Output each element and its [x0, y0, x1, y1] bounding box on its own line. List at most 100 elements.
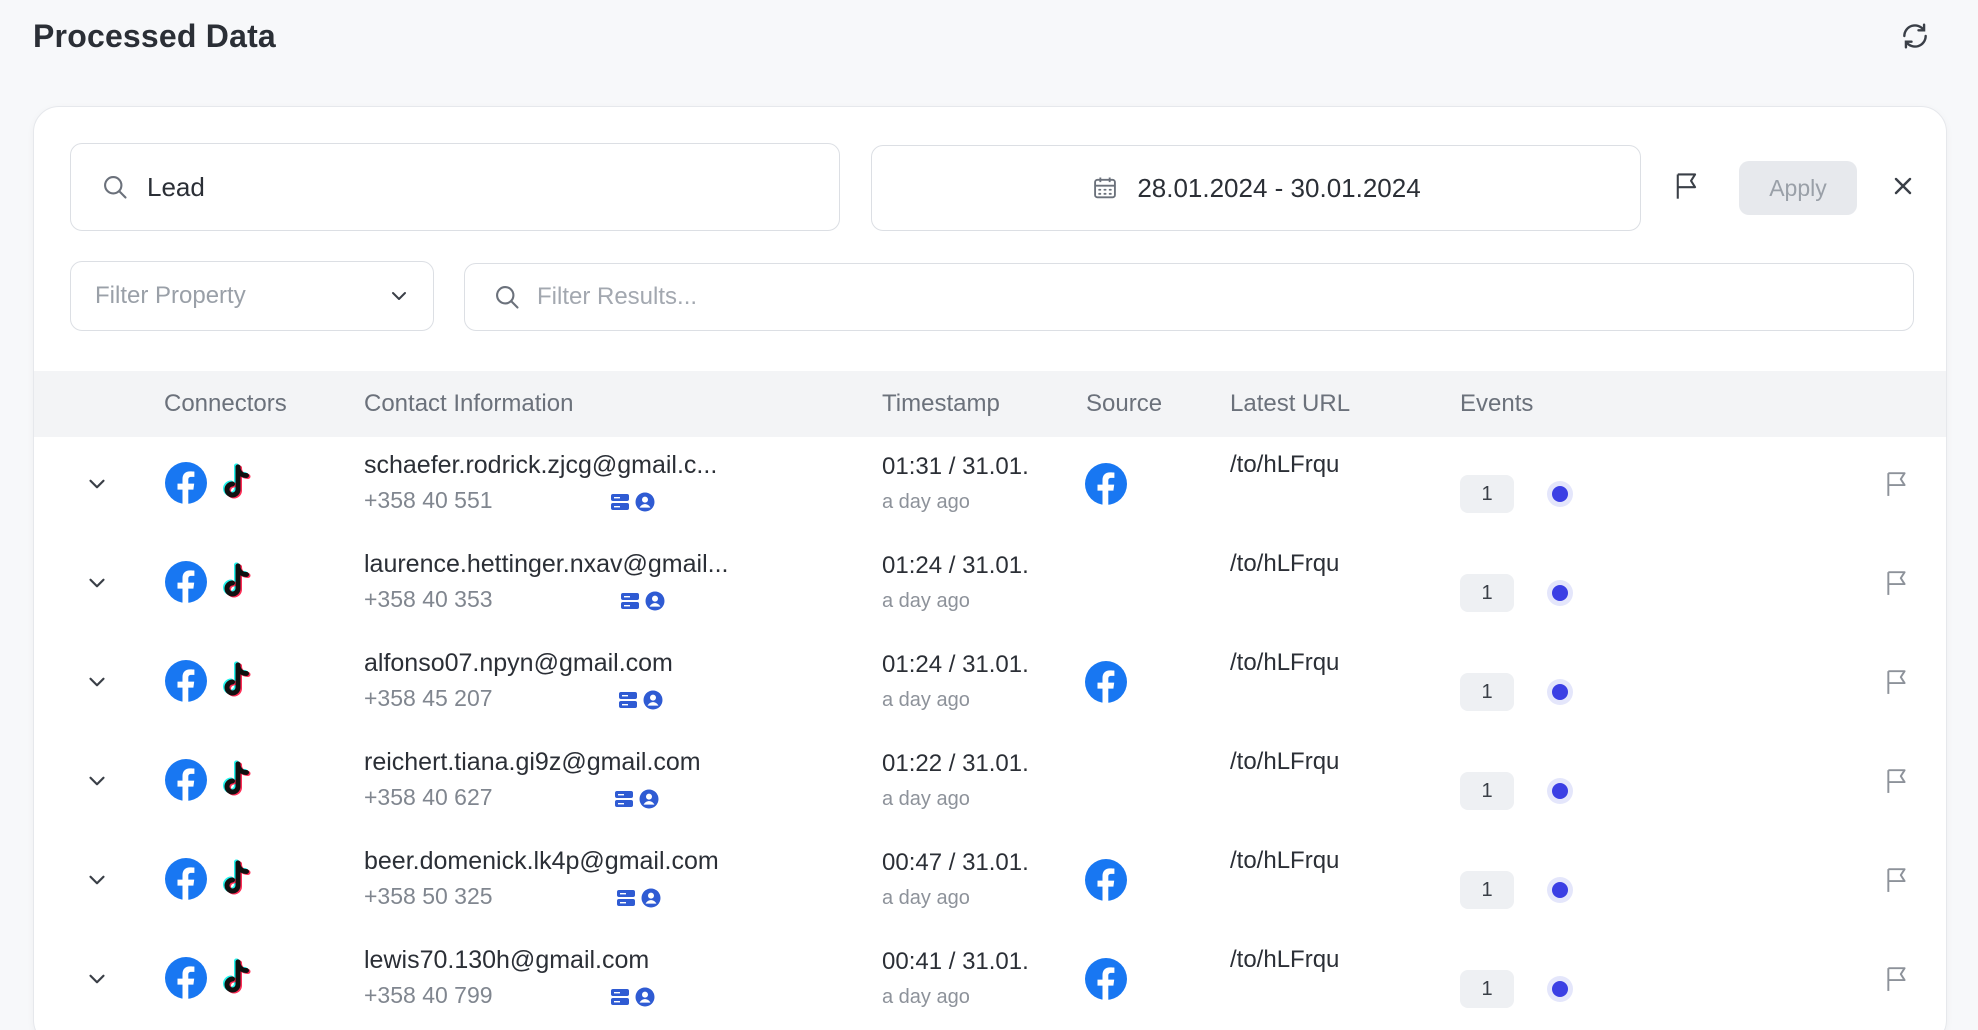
- filter-results-input[interactable]: [537, 283, 1837, 311]
- latest-url[interactable]: /to/hLFrqu: [1230, 550, 1339, 578]
- contact-phone: +358 40 799: [364, 982, 493, 1008]
- clear-filters-button[interactable]: [1886, 169, 1920, 203]
- table-row[interactable]: beer.domenick.lk4p@gmail.com +358 50 325…: [34, 833, 1946, 932]
- latest-url[interactable]: /to/hLFrqu: [1230, 649, 1339, 677]
- timestamp: 01:24 / 31.01.: [882, 552, 1029, 579]
- column-header-source[interactable]: Source: [1086, 371, 1162, 437]
- contact-email[interactable]: alfonso07.npyn@gmail.com: [364, 649, 673, 678]
- table-row[interactable]: reichert.tiana.gi9z@gmail.com +358 40 62…: [34, 734, 1946, 833]
- timestamp: 01:24 / 31.01.: [882, 651, 1029, 678]
- refresh-icon: [1903, 23, 1927, 49]
- filter-property-placeholder: Filter Property: [95, 282, 246, 309]
- relative-time: a day ago: [882, 986, 970, 1008]
- contact-email[interactable]: lewis70.130h@gmail.com: [364, 946, 649, 975]
- flag-icon: [1887, 769, 1906, 793]
- event-dot-icon[interactable]: [1546, 579, 1574, 607]
- column-header-connectors[interactable]: Connectors: [164, 371, 287, 437]
- filter-results-field[interactable]: [464, 263, 1914, 331]
- flag-row-button[interactable]: [1882, 962, 1912, 996]
- flag-row-button[interactable]: [1882, 665, 1912, 699]
- search-icon: [496, 286, 519, 309]
- chevron-down-icon: [89, 776, 105, 786]
- table-row[interactable]: laurence.hettinger.nxav@gmail... +358 40…: [34, 536, 1946, 635]
- event-count-badge[interactable]: 1: [1460, 574, 1514, 612]
- relative-time: a day ago: [882, 590, 970, 612]
- event-count-badge[interactable]: 1: [1460, 970, 1514, 1008]
- tiktok-icon: [223, 958, 251, 994]
- close-icon: [1894, 177, 1912, 195]
- connectors-cell: [164, 855, 256, 903]
- flag-row-button[interactable]: [1882, 764, 1912, 798]
- contact-email[interactable]: beer.domenick.lk4p@gmail.com: [364, 847, 719, 876]
- latest-url[interactable]: /to/hLFrqu: [1230, 451, 1339, 479]
- chevron-down-icon: [89, 578, 105, 588]
- latest-url[interactable]: /to/hLFrqu: [1230, 847, 1339, 875]
- timestamp: 01:22 / 31.01.: [882, 750, 1029, 777]
- event-dot-icon[interactable]: [1546, 975, 1574, 1003]
- filter-property-select[interactable]: Filter Property: [70, 261, 434, 331]
- contact-phone: +358 40 551: [364, 487, 493, 513]
- tiktok-icon: [223, 562, 251, 598]
- flag-icon: [1887, 472, 1906, 496]
- chevron-down-icon: [392, 292, 406, 300]
- facebook-icon: [165, 759, 207, 802]
- timestamp: 00:41 / 31.01.: [882, 948, 1029, 975]
- column-header-latest-url[interactable]: Latest URL: [1230, 371, 1350, 437]
- expand-row-button[interactable]: [80, 863, 114, 897]
- tiktok-icon: [223, 661, 251, 697]
- flag-row-button[interactable]: [1882, 863, 1912, 897]
- contact-email[interactable]: reichert.tiana.gi9z@gmail.com: [364, 748, 701, 777]
- connectors-cell: [164, 657, 256, 705]
- latest-url[interactable]: /to/hLFrqu: [1230, 946, 1339, 974]
- event-dot-icon[interactable]: [1546, 876, 1574, 904]
- expand-row-button[interactable]: [80, 764, 114, 798]
- date-range-picker[interactable]: 28.01.2024 - 30.01.2024: [871, 145, 1641, 231]
- event-count-badge[interactable]: 1: [1460, 772, 1514, 810]
- timestamp: 00:47 / 31.01.: [882, 849, 1029, 876]
- flag-filter-button[interactable]: [1670, 169, 1704, 203]
- expand-row-button[interactable]: [80, 665, 114, 699]
- table-row[interactable]: schaefer.rodrick.zjcg@gmail.c... +358 40…: [34, 437, 1946, 536]
- event-count-badge[interactable]: 1: [1460, 475, 1514, 513]
- source-cell: [1084, 462, 1128, 506]
- tiktok-icon: [223, 859, 251, 895]
- table-header: Connectors Contact Information Timestamp…: [34, 371, 1946, 437]
- contact-email[interactable]: laurence.hettinger.nxav@gmail...: [364, 550, 728, 579]
- refresh-button[interactable]: [1897, 18, 1933, 54]
- server-icon: [611, 989, 629, 1005]
- lead-search-input[interactable]: Lead: [70, 143, 840, 231]
- contact-email[interactable]: schaefer.rodrick.zjcg@gmail.c...: [364, 451, 717, 480]
- flag-row-button[interactable]: [1882, 566, 1912, 600]
- flag-icon: [1887, 571, 1906, 595]
- user-circle-icon: [635, 492, 655, 512]
- event-dot-icon[interactable]: [1546, 480, 1574, 508]
- event-count-badge[interactable]: 1: [1460, 871, 1514, 909]
- facebook-icon: [1085, 463, 1127, 506]
- user-circle-icon: [635, 987, 655, 1007]
- contact-phone: +358 45 207: [364, 685, 493, 711]
- flag-row-button[interactable]: [1882, 467, 1912, 501]
- contact-badges: [616, 888, 661, 908]
- event-count-badge[interactable]: 1: [1460, 673, 1514, 711]
- column-header-contact-information[interactable]: Contact Information: [364, 371, 573, 437]
- flag-icon: [1887, 967, 1906, 991]
- column-header-events[interactable]: Events: [1460, 371, 1533, 437]
- apply-button[interactable]: Apply: [1739, 161, 1857, 215]
- event-dot-icon[interactable]: [1546, 678, 1574, 706]
- user-circle-icon: [639, 789, 659, 809]
- contact-phone: +358 50 325: [364, 883, 493, 909]
- facebook-icon: [1085, 859, 1127, 902]
- processed-data-card: Lead 28.01.2024 - 30.01.2024 Apply Filte…: [33, 106, 1947, 1030]
- latest-url[interactable]: /to/hLFrqu: [1230, 748, 1339, 776]
- tiktok-icon: [223, 760, 251, 796]
- contact-phone: +358 40 353: [364, 586, 493, 612]
- expand-row-button[interactable]: [80, 566, 114, 600]
- connectors-cell: [164, 459, 256, 507]
- table-row[interactable]: lewis70.130h@gmail.com +358 40 799 00:41…: [34, 932, 1946, 1030]
- server-icon: [611, 494, 629, 510]
- expand-row-button[interactable]: [80, 467, 114, 501]
- expand-row-button[interactable]: [80, 962, 114, 996]
- table-row[interactable]: alfonso07.npyn@gmail.com +358 45 207 01:…: [34, 635, 1946, 734]
- event-dot-icon[interactable]: [1546, 777, 1574, 805]
- column-header-timestamp[interactable]: Timestamp: [882, 371, 1000, 437]
